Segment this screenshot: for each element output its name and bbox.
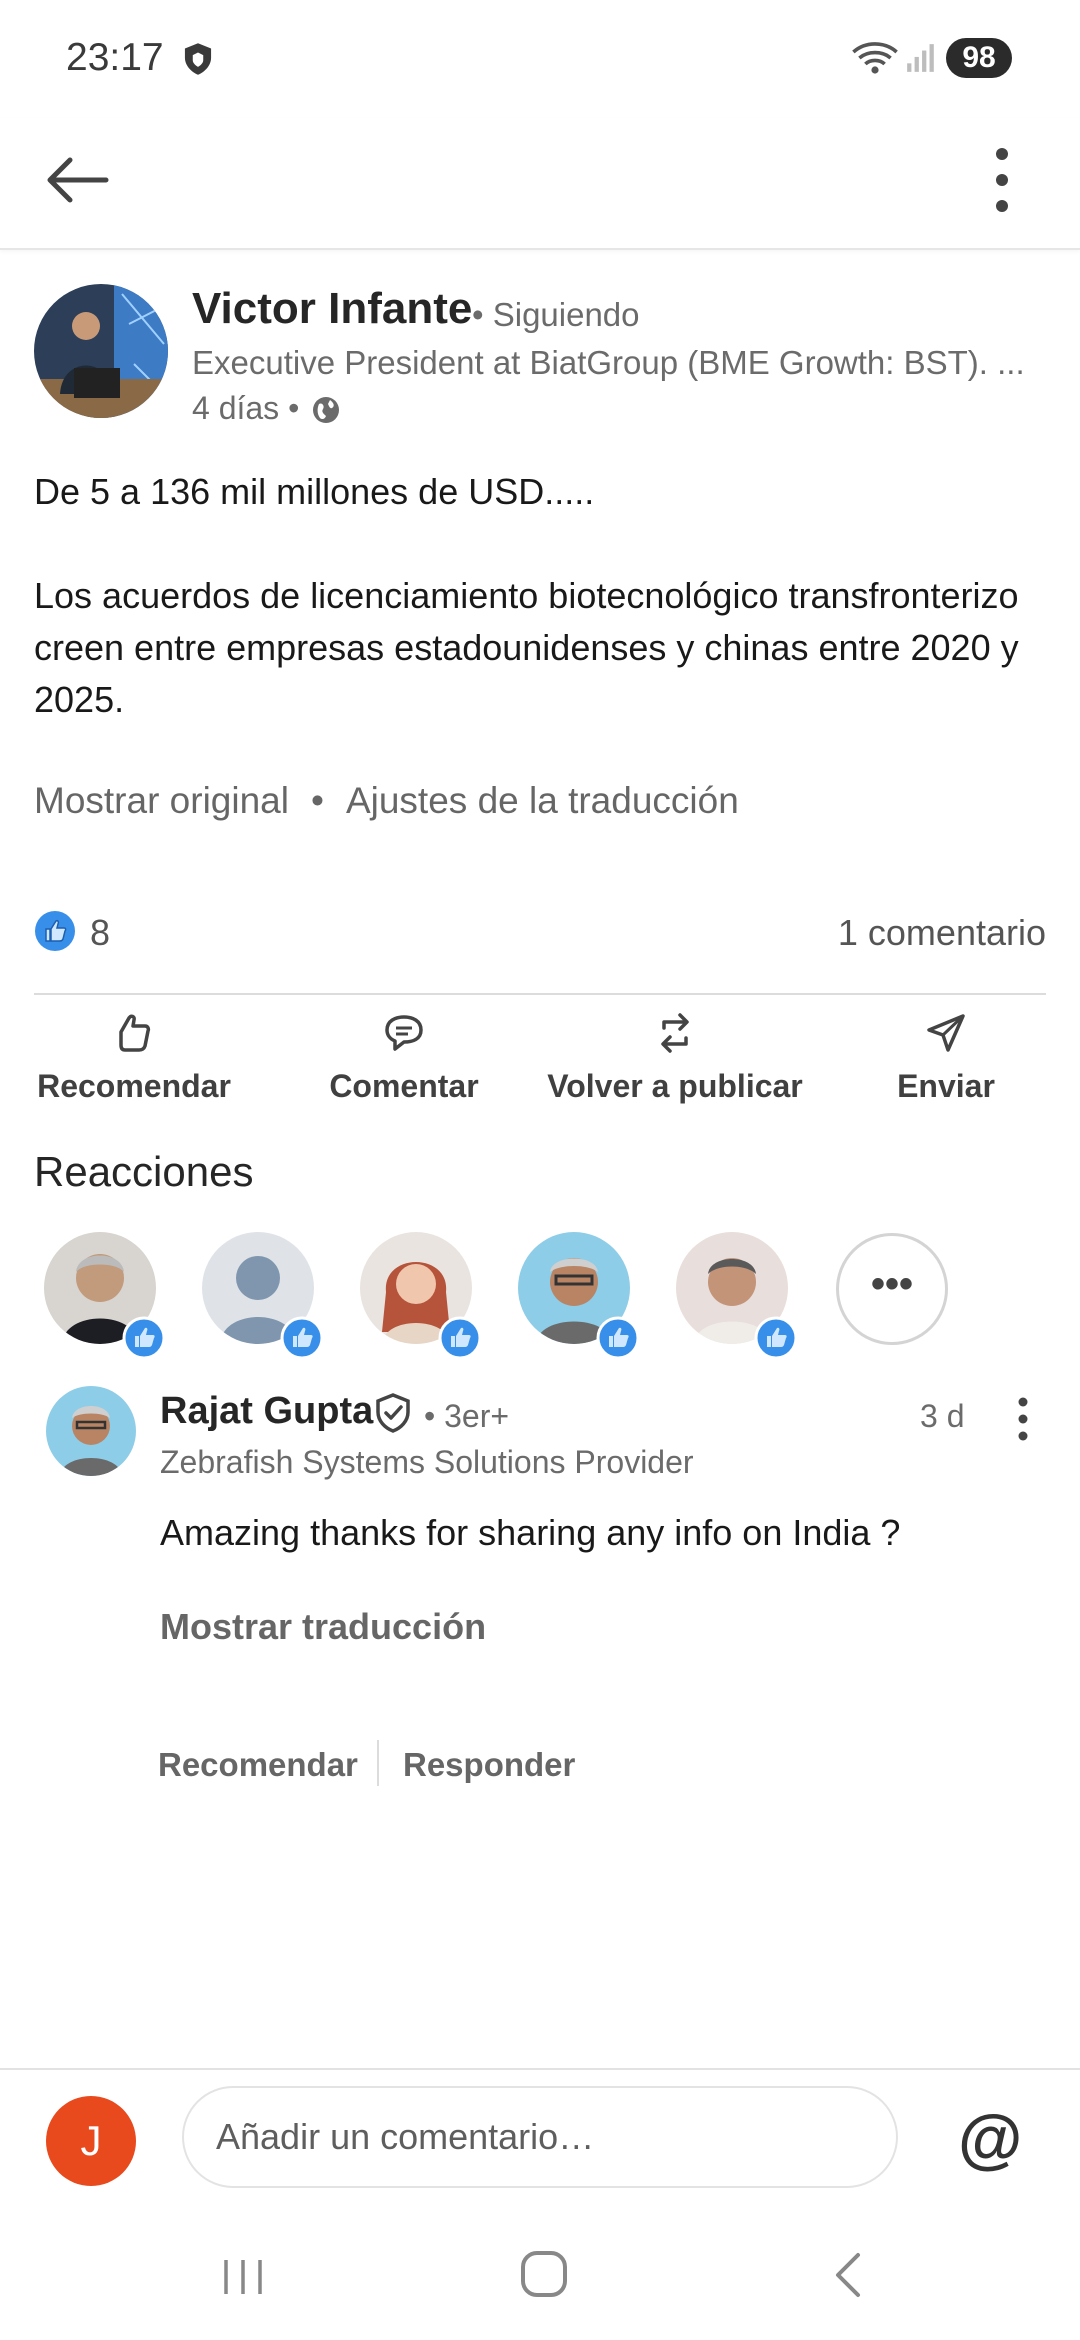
signal-icon bbox=[907, 44, 934, 72]
mention-button[interactable]: @ bbox=[958, 2100, 1022, 2176]
status-time: 23:17 bbox=[66, 36, 164, 79]
like-label: Recomendar bbox=[37, 1068, 231, 1104]
comment-text: Amazing thanks for sharing any info on I… bbox=[160, 1512, 901, 1553]
like-button[interactable]: Recomendar bbox=[36, 1010, 232, 1105]
back-arrow-icon[interactable] bbox=[40, 142, 116, 218]
comment-reply-button[interactable]: Responder bbox=[403, 1746, 575, 1784]
status-bar: 23:17 98 bbox=[0, 0, 1080, 118]
comment-age: 3 d bbox=[920, 1398, 965, 1434]
show-original-link[interactable]: Mostrar original bbox=[34, 780, 289, 821]
reactor-avatar[interactable] bbox=[360, 1232, 482, 1360]
like-badge-icon bbox=[122, 1316, 166, 1360]
post-body: De 5 a 136 mil millones de USD..... Los … bbox=[34, 466, 1044, 778]
commenter-avatar[interactable] bbox=[46, 1386, 136, 1476]
like-badge-icon bbox=[596, 1316, 640, 1360]
globe-icon bbox=[313, 397, 339, 423]
follow-status: • Siguiendo bbox=[472, 296, 640, 333]
commenter-name[interactable]: Rajat Gupta bbox=[160, 1390, 373, 1433]
repost-button[interactable]: Volver a publicar bbox=[544, 1010, 806, 1105]
author-avatar[interactable] bbox=[34, 284, 168, 418]
send-icon bbox=[927, 1014, 965, 1052]
author-name[interactable]: Victor Infante bbox=[192, 284, 472, 334]
like-reaction-icon[interactable] bbox=[34, 910, 76, 952]
author-headline: Executive President at BiatGroup (BME Gr… bbox=[192, 344, 1022, 381]
show-translation-link[interactable]: Mostrar traducción bbox=[160, 1606, 486, 1648]
comment-button[interactable]: Comentar bbox=[316, 1010, 492, 1105]
post-paragraph: De 5 a 136 mil millones de USD..... bbox=[34, 471, 595, 512]
connection-degree: • 3er+ bbox=[424, 1398, 510, 1434]
translation-settings-link[interactable]: Ajustes de la traducción bbox=[346, 780, 739, 821]
reactions-title: Reacciones bbox=[34, 1148, 254, 1195]
composer-divider bbox=[0, 2068, 1080, 2070]
comment-label: Comentar bbox=[329, 1068, 479, 1104]
wifi-icon bbox=[852, 42, 898, 74]
verified-icon bbox=[376, 1393, 410, 1433]
likes-count[interactable]: 8 bbox=[90, 912, 110, 954]
reactor-avatar[interactable] bbox=[44, 1232, 166, 1360]
comments-count[interactable]: 1 comentario bbox=[838, 912, 1046, 954]
repost-icon bbox=[661, 1013, 689, 1053]
reactor-avatar[interactable] bbox=[676, 1232, 798, 1360]
translation-row: Mostrar original • Ajustes de la traducció… bbox=[34, 780, 739, 822]
like-badge-icon bbox=[438, 1316, 482, 1360]
more-vertical-icon[interactable] bbox=[980, 140, 1024, 220]
shield-icon bbox=[184, 43, 212, 75]
commenter-headline: Zebrafish Systems Solutions Provider bbox=[160, 1444, 694, 1480]
repost-label: Volver a publicar bbox=[547, 1068, 803, 1104]
thumbs-up-icon bbox=[119, 1014, 151, 1052]
comment-icon bbox=[385, 1015, 423, 1051]
like-badge-icon bbox=[280, 1316, 324, 1360]
battery-level: 98 bbox=[946, 38, 1012, 78]
send-label: Enviar bbox=[897, 1068, 995, 1104]
like-badge-icon bbox=[754, 1316, 798, 1360]
more-reactions-button[interactable]: ••• bbox=[836, 1233, 948, 1345]
post-paragraph: Los acuerdos de licenciamiento biotecnol… bbox=[34, 575, 1019, 720]
system-nav-bar bbox=[0, 2220, 1080, 2340]
reactor-avatar[interactable] bbox=[202, 1232, 324, 1360]
reactor-avatar[interactable] bbox=[518, 1232, 640, 1360]
current-user-avatar: J bbox=[46, 2096, 136, 2186]
separator-dot: • bbox=[310, 780, 324, 821]
separator bbox=[377, 1740, 379, 1786]
post-age: 4 días • bbox=[192, 390, 300, 426]
recent-apps-icon[interactable] bbox=[218, 2252, 268, 2302]
home-icon[interactable] bbox=[518, 2248, 570, 2300]
comment-more-icon[interactable] bbox=[1008, 1394, 1038, 1444]
nav-back-icon[interactable] bbox=[826, 2250, 870, 2300]
comment-like-button[interactable]: Recomendar bbox=[158, 1746, 358, 1784]
divider bbox=[34, 993, 1046, 995]
send-button[interactable]: Enviar bbox=[880, 1010, 1012, 1105]
comment-input[interactable] bbox=[182, 2086, 898, 2188]
app-bar bbox=[0, 118, 1080, 250]
